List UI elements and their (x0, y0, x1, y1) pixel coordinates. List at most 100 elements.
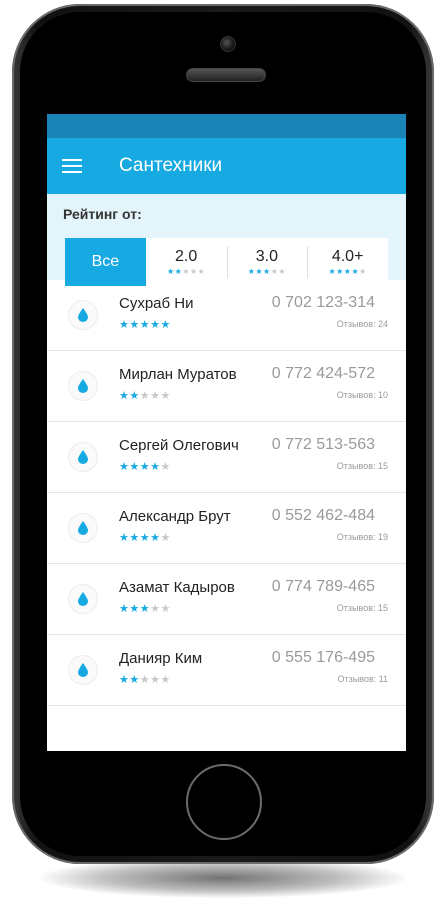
front-camera (220, 36, 236, 52)
plumber-phone[interactable]: 0 772 424-572 (272, 365, 375, 383)
rating-filter-option[interactable]: 2.0 ★★★★★ (146, 238, 227, 286)
star-icon: ★ (255, 267, 264, 276)
rating-filter-option[interactable]: 3.0 ★★★★★ (226, 238, 308, 286)
star-icon: ★ (182, 267, 190, 276)
rating-filter-option-stars: ★★★★★ (328, 267, 366, 276)
plumber-reviews-count: Отзывов: 10 (336, 390, 388, 400)
star-icon: ★ (160, 461, 171, 473)
star-icon: ★ (119, 319, 130, 331)
rating-filter-options: Все 2.0 ★★★★★ 3.0 ★★★★★ 4.0+ ★★★★★ (65, 238, 388, 286)
list-item[interactable]: Сергей Олегович ★★★★★ 0 772 513-563 Отзывов… (47, 422, 406, 493)
plumber-reviews-count: Отзывов: 15 (336, 603, 388, 613)
rating-filter-option[interactable]: Все (65, 238, 146, 286)
star-icon: ★ (278, 267, 287, 276)
star-icon: ★ (166, 267, 175, 276)
plumber-rating-stars: ★★★★★ (119, 673, 171, 686)
star-icon: ★ (150, 319, 161, 331)
star-icon: ★ (197, 267, 206, 276)
plumber-name: Сергей Олегович (119, 437, 239, 454)
star-icon: ★ (129, 390, 140, 402)
star-icon: ★ (129, 319, 140, 331)
star-icon: ★ (150, 532, 161, 544)
water-drop-icon (68, 584, 98, 614)
star-icon: ★ (263, 267, 271, 276)
star-icon: ★ (119, 390, 130, 402)
plumber-phone[interactable]: 0 552 462-484 (272, 507, 375, 525)
rating-filter-option-stars: ★★★★★ (248, 267, 286, 276)
plumber-name: Данияр Ким (119, 650, 203, 667)
plumber-rating-stars: ★★★★★ (119, 460, 171, 473)
plumber-name: Азамат Кадыров (119, 579, 235, 596)
plumber-phone[interactable]: 0 774 789-465 (272, 578, 375, 596)
app-screen: Сантехники Рейтинг от: Все 2.0 ★★★★★ 3.0 ★★★… (47, 114, 406, 751)
star-icon: ★ (160, 532, 171, 544)
star-icon: ★ (139, 674, 151, 686)
star-icon: ★ (351, 267, 360, 276)
plumber-rating-stars: ★★★★★ (119, 389, 171, 402)
list-item[interactable]: Сухраб Ни ★★★★★ 0 702 123-314 Отзывов: 24 (47, 280, 406, 351)
page-title: Сантехники (119, 155, 223, 176)
plumber-phone[interactable]: 0 702 123-314 (272, 294, 375, 312)
star-icon: ★ (119, 532, 130, 544)
star-icon: ★ (150, 603, 161, 615)
water-drop-icon (68, 300, 98, 330)
star-icon: ★ (139, 603, 151, 615)
star-icon: ★ (328, 267, 337, 276)
plumber-name: Сухраб Ни (119, 295, 194, 312)
water-drop-icon (68, 655, 98, 685)
star-icon: ★ (359, 267, 367, 276)
list-item[interactable]: Данияр Ким ★★★★★ 0 555 176-495 Отзывов: 11 (47, 635, 406, 706)
plumber-name: Александр Брут (119, 508, 231, 525)
plumber-rating-stars: ★★★★★ (119, 602, 171, 615)
star-icon: ★ (139, 319, 151, 331)
list-item[interactable]: Мирлан Муратов ★★★★★ 0 772 424-572 Отзывов:… (47, 351, 406, 422)
star-icon: ★ (150, 461, 161, 473)
star-icon: ★ (160, 319, 171, 331)
rating-filter: Рейтинг от: Все 2.0 ★★★★★ 3.0 ★★★★★ 4.0+ ★★★★★ (47, 194, 406, 286)
star-icon: ★ (160, 390, 171, 402)
rating-filter-label: Рейтинг от: (63, 206, 142, 222)
plumber-phone[interactable]: 0 772 513-563 (272, 436, 375, 454)
plumber-name: Мирлан Муратов (119, 366, 237, 383)
home-button[interactable] (186, 764, 262, 840)
rating-filter-option-stars: ★★★★★ (167, 267, 205, 276)
plumber-reviews-count: Отзывов: 24 (336, 319, 388, 329)
water-drop-icon (68, 371, 98, 401)
star-icon: ★ (189, 267, 198, 276)
star-icon: ★ (150, 674, 161, 686)
star-icon: ★ (119, 461, 130, 473)
star-icon: ★ (119, 603, 130, 615)
plumber-rating-stars: ★★★★★ (119, 318, 171, 331)
phone-shadow (40, 858, 406, 898)
earpiece-speaker (186, 68, 266, 82)
star-icon: ★ (129, 603, 140, 615)
plumber-reviews-count: Отзывов: 19 (336, 532, 388, 542)
star-icon: ★ (160, 674, 171, 686)
plumber-rating-stars: ★★★★★ (119, 531, 171, 544)
star-icon: ★ (139, 390, 151, 402)
hamburger-menu-icon[interactable] (62, 155, 82, 177)
star-icon: ★ (150, 390, 161, 402)
plumber-reviews-count: Отзывов: 15 (336, 461, 388, 471)
star-icon: ★ (139, 532, 151, 544)
water-drop-icon (68, 442, 98, 472)
water-drop-icon (68, 513, 98, 543)
rating-filter-option-label: 2.0 (175, 248, 198, 265)
plumber-reviews-count: Отзывов: 11 (337, 674, 388, 684)
star-icon: ★ (129, 674, 140, 686)
app-bar: Сантехники (47, 138, 406, 194)
star-icon: ★ (129, 461, 140, 473)
status-bar (47, 114, 406, 138)
rating-filter-option[interactable]: 4.0+ ★★★★★ (307, 238, 388, 286)
list-item[interactable]: Азамат Кадыров ★★★★★ 0 774 789-465 Отзывов:… (47, 564, 406, 635)
star-icon: ★ (336, 267, 344, 276)
rating-filter-option-label: Все (91, 253, 120, 270)
plumber-phone[interactable]: 0 555 176-495 (272, 649, 375, 667)
plumber-list: Сухраб Ни ★★★★★ 0 702 123-314 Отзывов: 24 Ми… (47, 280, 406, 706)
rating-filter-option-label: 3.0 (255, 248, 278, 265)
star-icon: ★ (160, 603, 171, 615)
star-icon: ★ (129, 532, 140, 544)
star-icon: ★ (139, 461, 151, 473)
list-item[interactable]: Александр Брут ★★★★★ 0 552 462-484 Отзывов:… (47, 493, 406, 564)
rating-filter-option-label: 4.0+ (331, 248, 364, 265)
